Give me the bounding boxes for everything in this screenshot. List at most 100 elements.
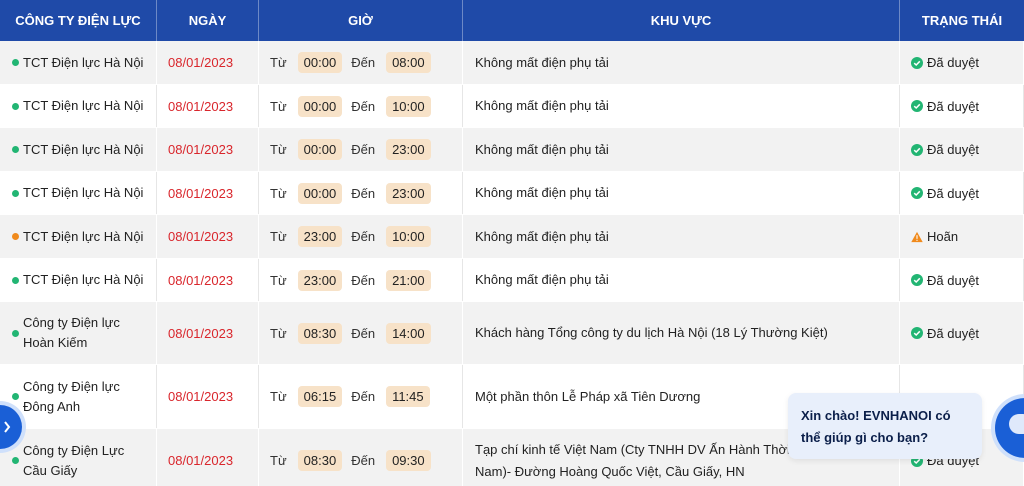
- floating-side-button[interactable]: [0, 405, 22, 449]
- start-time: 06:15: [297, 386, 343, 407]
- start-time: 23:00: [297, 226, 343, 247]
- area-cell: Không mất điện phụ tải: [463, 41, 900, 84]
- status-dot-icon: [12, 457, 19, 464]
- area-line: Tạp chí kinh tế Việt Nam (Cty TNHH DV Ấn…: [475, 441, 801, 457]
- time-cell: Từ 23:00 Đến 10:00: [259, 215, 463, 258]
- status-text: Đã duyệt: [927, 325, 980, 341]
- date-cell: 08/01/2023: [157, 302, 259, 364]
- company-cell: TCT Điện lực Hà Nội: [0, 41, 157, 84]
- time-cell: Từ 08:30 Đến 14:00: [259, 302, 463, 364]
- company-name: TCT Điện lực Hà Nội: [23, 272, 144, 287]
- company-cell: TCT Điện lực Hà Nội: [0, 128, 157, 171]
- status-text: Đã duyệt: [927, 272, 980, 288]
- table-row[interactable]: TCT Điện lực Hà Nội 08/01/2023 Từ 23:00 …: [0, 215, 1024, 259]
- start-time: 00:00: [297, 95, 343, 117]
- company-cell: TCT Điện lực Hà Nội: [0, 215, 157, 258]
- company-name-line: Cầu Giấy: [23, 462, 78, 478]
- company-name-line: Công ty Điện lực: [23, 378, 120, 394]
- from-label: Từ: [270, 55, 287, 70]
- warning-icon: [911, 231, 923, 243]
- from-label: Từ: [270, 389, 287, 404]
- company-name: TCT Điện lực Hà Nội: [23, 185, 144, 200]
- robot-icon: [1009, 414, 1024, 434]
- table-row[interactable]: TCT Điện lực Hà Nội 08/01/2023 Từ 00:00 …: [0, 128, 1024, 172]
- company-cell: Công ty Điện lực Đông Anh: [0, 365, 157, 428]
- company-name-line: Công ty Điện Lực: [23, 442, 125, 458]
- table-row[interactable]: TCT Điện lực Hà Nội 08/01/2023 Từ 23:00 …: [0, 259, 1024, 302]
- status-cell: Đã duyệt: [900, 85, 1024, 127]
- chat-greeting-line: thể giúp gì cho bạn?: [801, 430, 929, 445]
- time-cell: Từ 00:00 Đến 08:00: [259, 41, 463, 84]
- status-dot-icon: [12, 276, 19, 284]
- status-dot-icon: [12, 59, 19, 66]
- from-label: Từ: [270, 142, 287, 157]
- status-dot-icon: [12, 233, 19, 240]
- time-cell: Từ 06:15 Đến 11:45: [259, 365, 463, 428]
- status-cell: Đã duyệt: [900, 302, 1024, 364]
- area-cell: Khách hàng Tổng công ty du lịch Hà Nội (…: [463, 302, 900, 364]
- status-cell: Đã duyệt: [900, 128, 1024, 171]
- start-time: 23:00: [297, 269, 343, 291]
- status-dot-icon: [12, 393, 19, 400]
- status-cell: Đã duyệt: [900, 259, 1024, 301]
- time-cell: Từ 23:00 Đến 21:00: [259, 259, 463, 301]
- date-cell: 08/01/2023: [157, 128, 259, 171]
- chat-greeting-line: Xin chào! EVNHANOI có: [801, 408, 951, 423]
- table-row[interactable]: TCT Điện lực Hà Nội 08/01/2023 Từ 00:00 …: [0, 85, 1024, 128]
- table-row[interactable]: TCT Điện lực Hà Nội 08/01/2023 Từ 00:00 …: [0, 172, 1024, 215]
- start-time: 00:00: [297, 52, 343, 73]
- company-name: TCT Điện lực Hà Nội: [23, 228, 144, 244]
- check-circle-icon: [911, 100, 923, 112]
- company-name-line: Hoàn Kiếm: [23, 335, 88, 350]
- from-label: Từ: [270, 185, 287, 201]
- to-label: Đến: [351, 142, 376, 157]
- status-cell: Đã duyệt: [900, 172, 1024, 214]
- company-cell: TCT Điện lực Hà Nội: [0, 85, 157, 127]
- area-cell: Không mất điện phụ tải: [463, 85, 900, 127]
- end-time: 10:00: [386, 95, 431, 117]
- chat-greeting-bubble[interactable]: Xin chào! EVNHANOI có thể giúp gì cho bạ…: [788, 393, 982, 459]
- time-cell: Từ 00:00 Đến 23:00: [259, 172, 463, 214]
- time-cell: Từ 00:00 Đến 10:00: [259, 85, 463, 127]
- end-time: 14:00: [386, 322, 431, 344]
- to-label: Đến: [351, 185, 376, 201]
- end-time: 08:00: [386, 52, 431, 73]
- company-name-line: Đông Anh: [23, 398, 81, 414]
- time-cell: Từ 08:30 Đến 09:30: [259, 429, 463, 486]
- header-area: KHU VỰC: [463, 0, 900, 41]
- company-name: Công ty Điện Lực Cầu Giấy: [23, 441, 124, 481]
- end-time: 21:00: [386, 269, 431, 291]
- status-cell: Hoãn: [900, 215, 1024, 258]
- start-time: 08:30: [297, 450, 343, 471]
- table-row[interactable]: TCT Điện lực Hà Nội 08/01/2023 Từ 00:00 …: [0, 41, 1024, 85]
- table-row[interactable]: Công ty Điện lực Hoàn Kiếm 08/01/2023 Từ…: [0, 302, 1024, 365]
- status-text: Đã duyệt: [927, 185, 980, 201]
- from-label: Từ: [270, 98, 287, 114]
- status-dot-icon: [12, 102, 19, 110]
- status-dot-icon: [12, 146, 19, 153]
- company-cell: Công ty Điện Lực Cầu Giấy: [0, 429, 157, 486]
- to-label: Đến: [351, 229, 376, 244]
- to-label: Đến: [351, 98, 376, 114]
- end-time: 23:00: [386, 182, 431, 204]
- check-circle-icon: [911, 187, 923, 199]
- area-cell: Không mất điện phụ tải: [463, 215, 900, 258]
- date-cell: 08/01/2023: [157, 41, 259, 84]
- to-label: Đến: [351, 272, 376, 288]
- area-cell: Không mất điện phụ tải: [463, 259, 900, 301]
- company-name: TCT Điện lực Hà Nội: [23, 141, 144, 157]
- company-cell: TCT Điện lực Hà Nội: [0, 172, 157, 214]
- company-cell: TCT Điện lực Hà Nội: [0, 259, 157, 301]
- date-cell: 08/01/2023: [157, 429, 259, 486]
- check-circle-icon: [911, 274, 923, 286]
- company-name-line: Công ty Điện lực: [23, 315, 120, 330]
- to-label: Đến: [351, 55, 376, 70]
- header-date: NGÀY: [157, 0, 259, 41]
- status-text: Hoãn: [927, 229, 959, 244]
- area-cell: Không mất điện phụ tải: [463, 172, 900, 214]
- company-name: TCT Điện lực Hà Nội: [23, 98, 144, 113]
- start-time: 00:00: [297, 139, 343, 160]
- status-text: Đã duyệt: [927, 55, 980, 70]
- status-text: Đã duyệt: [927, 142, 980, 157]
- area-line: Nam)- Đường Hoàng Quốc Việt, Cầu Giấy, H…: [475, 463, 745, 479]
